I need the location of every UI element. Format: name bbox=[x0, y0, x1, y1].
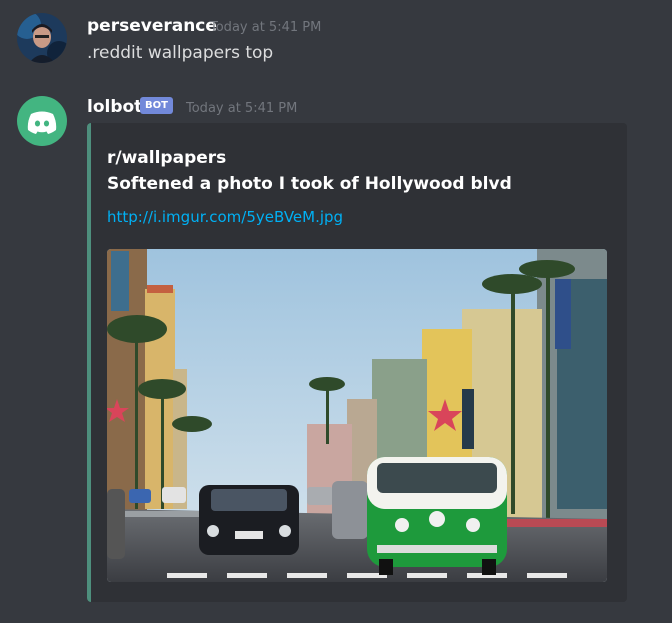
embed-author: r/wallpapers bbox=[107, 148, 227, 168]
message-lolbot: lolbot BOT Today at 5:41 PM r/wallpapers… bbox=[0, 0, 672, 623]
bot-tag: BOT bbox=[140, 97, 173, 114]
embed: r/wallpapers Softened a photo I took of … bbox=[87, 123, 627, 602]
avatar[interactable] bbox=[17, 96, 67, 146]
timestamp: Today at 5:41 PM bbox=[186, 101, 298, 116]
embed-image[interactable] bbox=[107, 249, 607, 582]
username[interactable]: lolbot bbox=[87, 97, 142, 117]
embed-title: Softened a photo I took of Hollywood blv… bbox=[107, 174, 512, 194]
embed-accent-bar bbox=[87, 123, 91, 602]
discord-logo-icon bbox=[27, 111, 57, 134]
embed-link[interactable]: http://i.imgur.com/5yeBVeM.jpg bbox=[107, 208, 343, 226]
